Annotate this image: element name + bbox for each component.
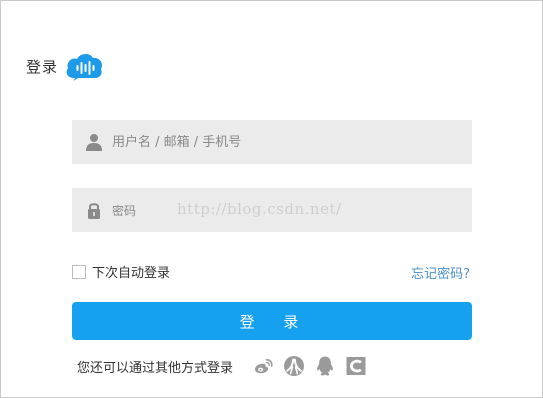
checkbox-box[interactable] [72,264,86,279]
qq-icon[interactable] [314,355,336,377]
username-input[interactable] [112,134,472,150]
user-icon [86,134,102,151]
remember-me-label: 下次自动登录 [92,266,171,281]
lock-icon [88,203,100,219]
login-button[interactable]: 登 录 [72,302,472,340]
login-header: 登录 [26,50,104,82]
remember-me-checkbox[interactable]: 下次自动登录 [72,262,170,281]
watermark-text: http://blog.csdn.net/ [177,200,342,218]
csdn-icon[interactable] [345,355,367,377]
forgot-password-link[interactable]: 忘记密码? [411,263,470,282]
cloud-voice-logo-icon [66,53,103,81]
password-label: 密码 [112,203,137,218]
weibo-icon[interactable] [252,355,274,377]
other-login-text: 您还可以通过其他方式登录 [77,360,234,376]
login-panel: 登录 密码 http://blog.csdn.net/ 下次自动登录 [0,0,543,398]
username-field[interactable] [72,120,472,164]
renren-icon[interactable] [283,355,305,377]
page-title: 登录 [26,57,59,76]
other-login-methods: 您还可以通过其他方式登录 [77,355,367,377]
